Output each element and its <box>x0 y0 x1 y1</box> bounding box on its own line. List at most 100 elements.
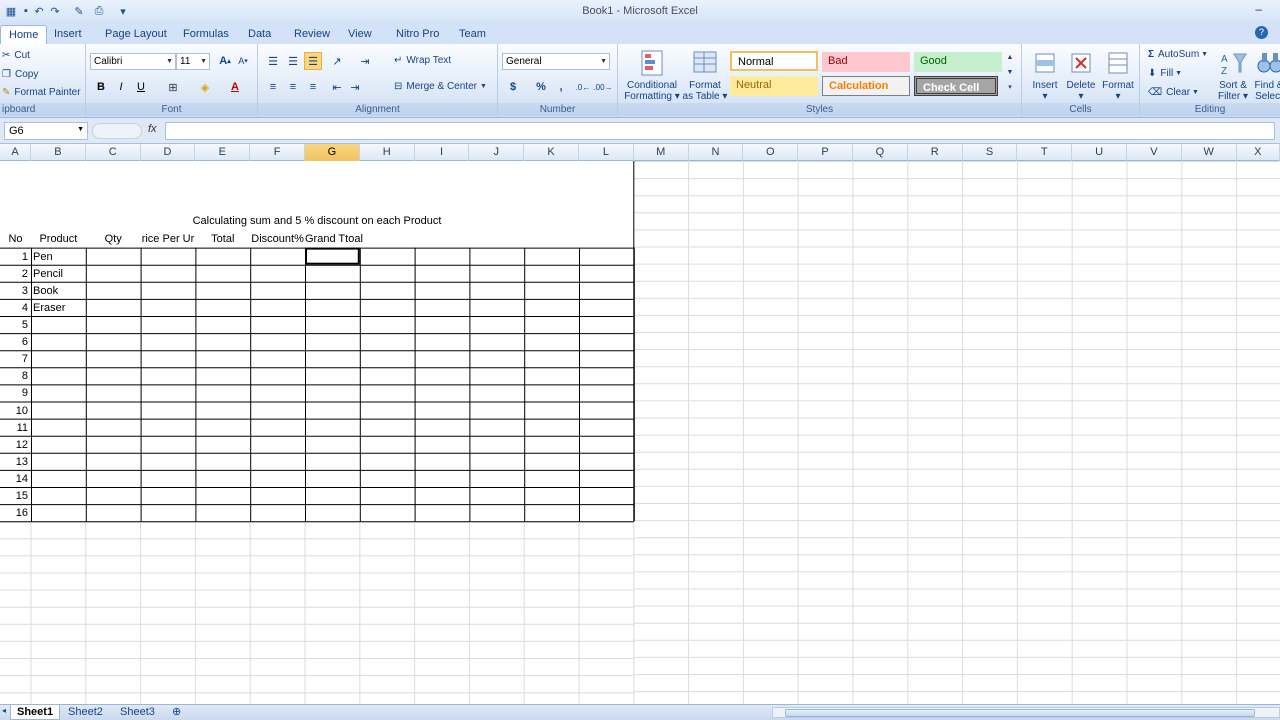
sheet-nav-icon[interactable]: ◂ <box>2 706 6 715</box>
sheet-tab-sheet3[interactable]: Sheet3 <box>114 705 161 720</box>
shrink-font-button[interactable]: A ▾ <box>234 52 252 70</box>
spreadsheet-grid[interactable]: ABCDEFGHIJKLMNOPQRSTUVWX Calculating sum… <box>0 144 1280 704</box>
column-header-u[interactable]: U <box>1072 144 1127 161</box>
tab-home[interactable]: Home <box>0 25 48 44</box>
number-format-combo[interactable]: General ▼ <box>502 53 610 70</box>
indent-icon[interactable]: ⇥ <box>356 52 374 70</box>
tab-team[interactable]: Team <box>451 25 494 44</box>
styles-scroll[interactable]: ▲ ▼ ▾ <box>1004 50 1016 98</box>
cell-product[interactable]: Pencil <box>33 266 85 282</box>
cell-no[interactable]: 8 <box>0 368 28 384</box>
comma-button[interactable]: , <box>552 78 570 96</box>
column-header-v[interactable]: V <box>1127 144 1182 161</box>
column-header-x[interactable]: X <box>1237 144 1280 161</box>
column-header-k[interactable]: K <box>524 144 579 161</box>
column-header-d[interactable]: D <box>141 144 196 161</box>
header-cell-product[interactable]: Product <box>31 231 86 247</box>
sort-filter-button[interactable]: AZ Sort & Filter ▾ <box>1216 48 1250 102</box>
column-header-g[interactable]: G <box>305 144 360 161</box>
italic-button[interactable]: I <box>112 78 130 96</box>
column-header-t[interactable]: T <box>1017 144 1073 161</box>
column-header-w[interactable]: W <box>1182 144 1237 161</box>
horizontal-scroll-thumb[interactable] <box>785 709 1255 717</box>
sheet-tab-sheet1[interactable]: Sheet1 <box>10 705 61 720</box>
cell-no[interactable]: 1 <box>0 249 28 265</box>
cell-style-calculation[interactable]: Calculation <box>822 76 910 96</box>
cell-no[interactable]: 7 <box>0 351 28 367</box>
align-top-icon[interactable]: ☰ <box>264 52 282 70</box>
cut-button[interactable]: ✂ Cut <box>2 50 30 61</box>
font-color-icon[interactable]: A <box>226 78 244 96</box>
fill-button[interactable]: ⬇ Fill ▼ <box>1148 68 1182 79</box>
format-cells-button[interactable]: Format ▾ <box>1100 48 1136 102</box>
formula-bar-expander[interactable] <box>92 123 142 139</box>
grow-font-button[interactable]: A ▴ <box>216 52 234 70</box>
column-header-b[interactable]: B <box>31 144 86 161</box>
insert-sheet-icon[interactable]: ⊕ <box>166 705 187 720</box>
increase-indent-icon[interactable]: ⇥ <box>346 78 364 96</box>
column-header-n[interactable]: N <box>689 144 744 161</box>
cell-no[interactable]: 11 <box>0 420 28 436</box>
cell-no[interactable]: 16 <box>0 505 28 521</box>
font-name-combo[interactable]: Calibri ▼ <box>90 53 176 70</box>
tab-view[interactable]: View <box>340 25 380 44</box>
column-header-e[interactable]: E <box>195 144 251 161</box>
cell-style-normal[interactable]: Normal <box>730 51 818 71</box>
sheet-tab-sheet2[interactable]: Sheet2 <box>62 705 109 720</box>
column-header-m[interactable]: M <box>634 144 689 161</box>
tab-page-layout[interactable]: Page Layout <box>97 25 175 44</box>
font-size-combo[interactable]: 11 ▼ <box>176 53 210 70</box>
underline-button[interactable]: U <box>132 78 150 96</box>
insert-cells-button[interactable]: Insert ▾ <box>1028 48 1062 102</box>
align-right-icon[interactable]: ≡ <box>304 78 322 96</box>
tab-insert[interactable]: Insert <box>46 25 90 44</box>
conditional-formatting-button[interactable]: Conditional Formatting ▾ <box>622 48 682 102</box>
horizontal-scrollbar[interactable] <box>772 707 1280 718</box>
column-header-r[interactable]: R <box>908 144 963 161</box>
align-left-icon[interactable]: ≡ <box>264 78 282 96</box>
align-middle-icon[interactable]: ☰ <box>284 52 302 70</box>
borders-icon[interactable]: ⊞ <box>164 78 182 96</box>
header-cell-grand-total[interactable]: Grand Ttoal <box>305 231 363 247</box>
cell-style-good[interactable]: Good <box>914 52 1002 72</box>
tab-data[interactable]: Data <box>240 25 279 44</box>
cell-style-check-cell[interactable]: Check Cell <box>914 76 998 96</box>
cell-no[interactable]: 14 <box>0 471 28 487</box>
cell-no[interactable]: 12 <box>0 437 28 453</box>
header-cell-total[interactable]: Total <box>195 231 250 247</box>
column-header-s[interactable]: S <box>963 144 1018 161</box>
bold-button[interactable]: B <box>92 78 110 96</box>
header-cell-price-per-unit[interactable]: rice Per Ur <box>141 231 196 247</box>
column-header-c[interactable]: C <box>86 144 141 161</box>
cell-no[interactable]: 10 <box>0 403 28 419</box>
column-header-h[interactable]: H <box>360 144 415 161</box>
format-painter-button[interactable]: ✎ Format Painter <box>2 87 81 98</box>
cell-no[interactable]: 4 <box>0 300 28 316</box>
delete-cells-button[interactable]: Delete ▾ <box>1064 48 1098 102</box>
cell-product[interactable]: Book <box>33 283 85 299</box>
increase-decimal-icon[interactable]: .0← <box>574 78 592 96</box>
formula-input[interactable] <box>165 122 1275 140</box>
tab-formulas[interactable]: Formulas <box>175 25 237 44</box>
tab-review[interactable]: Review <box>286 25 338 44</box>
currency-button[interactable]: $ <box>504 78 522 96</box>
column-header-p[interactable]: P <box>798 144 853 161</box>
sheet-title-cell[interactable]: Calculating sum and 5 % discount on each… <box>0 213 634 229</box>
align-bottom-icon[interactable]: ☰ <box>304 52 322 70</box>
cell-no[interactable]: 13 <box>0 454 28 470</box>
orientation-icon[interactable]: ↗ <box>328 52 346 70</box>
column-header-q[interactable]: Q <box>853 144 908 161</box>
name-box[interactable]: G6 ▼ <box>4 122 88 140</box>
column-header-j[interactable]: J <box>469 144 525 161</box>
help-icon[interactable]: ? <box>1255 26 1268 39</box>
cell-style-bad[interactable]: Bad <box>822 52 910 72</box>
header-cell-no[interactable]: No <box>0 231 31 247</box>
align-center-icon[interactable]: ≡ <box>284 78 302 96</box>
format-as-table-button[interactable]: Format as Table ▾ <box>682 48 728 102</box>
header-cell-discount[interactable]: Discount% <box>250 231 305 247</box>
cell-no[interactable]: 3 <box>0 283 28 299</box>
cell-no[interactable]: 15 <box>0 488 28 504</box>
wrap-text-button[interactable]: ↵ Wrap Text <box>394 55 451 66</box>
header-cell-qty[interactable]: Qty <box>86 231 141 247</box>
cell-product[interactable]: Eraser <box>33 300 85 316</box>
